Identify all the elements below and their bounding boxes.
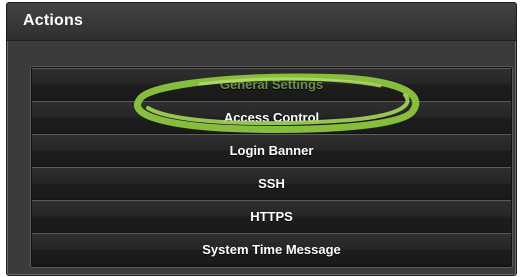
ssh-button[interactable]: SSH — [32, 167, 511, 200]
action-list: General Settings Access Control Login Ba… — [31, 67, 512, 267]
system-time-message-button[interactable]: System Time Message — [32, 233, 511, 266]
panel-header: Actions — [7, 3, 516, 41]
actions-panel: Actions General Settings Access Control … — [6, 2, 517, 276]
https-button[interactable]: HTTPS — [32, 200, 511, 233]
access-control-button[interactable]: Access Control — [32, 101, 511, 134]
general-settings-button[interactable]: General Settings — [32, 68, 511, 101]
login-banner-button[interactable]: Login Banner — [32, 134, 511, 167]
panel-title: Actions — [23, 12, 84, 29]
